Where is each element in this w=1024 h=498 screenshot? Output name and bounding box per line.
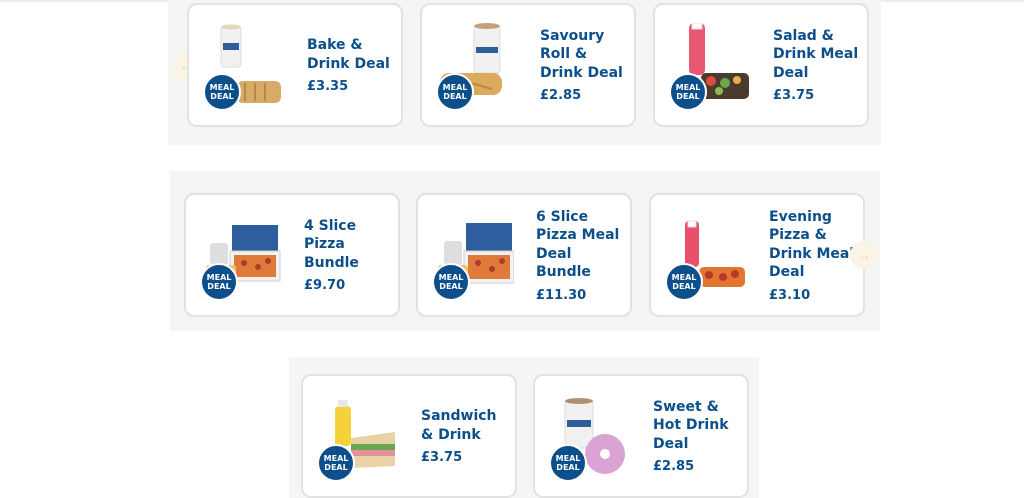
- deal-card-bake-drink[interactable]: MEAL DEAL Bake & Drink Deal £3.35: [187, 3, 403, 127]
- meal-deal-badge: MEAL DEAL: [669, 73, 707, 111]
- deal-price: £2.85: [653, 459, 695, 475]
- deal-title: Salad & Drink Meal Deal: [773, 27, 859, 81]
- deal-price: £2.85: [540, 88, 582, 104]
- arrow-right-icon: →: [857, 247, 871, 263]
- deal-card-6-slice-pizza[interactable]: MEAL DEAL 6 Slice Pizza Meal Deal Bundle…: [416, 193, 632, 317]
- deals-row-1: ← MEAL DEAL Bake & Drink Deal £3.35 MEAL…: [168, 0, 881, 145]
- meal-deal-badge: MEAL DEAL: [200, 263, 238, 301]
- deal-title: Sandwich & Drink: [421, 408, 497, 443]
- deal-price: £3.75: [773, 88, 815, 104]
- deal-card-evening-pizza-drink[interactable]: MEAL DEAL Evening Pizza & Drink Meal Dea…: [649, 193, 865, 317]
- deal-price: £9.70: [304, 278, 346, 294]
- deal-title: Bake & Drink Deal: [307, 37, 390, 72]
- deal-card-sandwich-drink[interactable]: MEAL DEAL Sandwich & Drink £3.75: [301, 374, 517, 498]
- deal-title: Savoury Roll & Drink Deal: [540, 27, 623, 81]
- carousel-next-arrow[interactable]: →: [850, 241, 878, 269]
- deal-card-sweet-hot-drink[interactable]: MEAL DEAL Sweet & Hot Drink Deal £2.85: [533, 374, 749, 498]
- meal-deal-badge: MEAL DEAL: [665, 263, 703, 301]
- deals-row-2: MEAL DEAL 4 Slice Pizza Bundle £9.70 MEA…: [170, 171, 880, 331]
- deals-row-3: MEAL DEAL Sandwich & Drink £3.75 MEAL DE…: [289, 357, 759, 498]
- deal-card-savoury-roll-drink[interactable]: MEAL DEAL Savoury Roll & Drink Deal £2.8…: [420, 3, 636, 127]
- deal-price: £3.35: [307, 79, 349, 94]
- meal-deal-badge: MEAL DEAL: [549, 444, 587, 482]
- deal-title: 6 Slice Pizza Meal Deal Bundle: [536, 208, 620, 281]
- meal-deal-badge: MEAL DEAL: [432, 263, 470, 301]
- deal-card-salad-drink[interactable]: MEAL DEAL Salad & Drink Meal Deal £3.75: [653, 3, 869, 127]
- meal-deal-badge: MEAL DEAL: [317, 444, 355, 482]
- deal-title: Evening Pizza & Drink Meal Deal: [769, 208, 855, 281]
- deal-price: £3.75: [421, 450, 463, 465]
- meal-deal-badge: MEAL DEAL: [203, 73, 241, 111]
- meal-deal-badge: MEAL DEAL: [436, 73, 474, 111]
- deal-title: 4 Slice Pizza Bundle: [304, 217, 359, 271]
- deal-price: £11.30: [536, 287, 587, 303]
- deal-title: Sweet & Hot Drink Deal: [653, 398, 729, 452]
- deal-card-4-slice-pizza[interactable]: MEAL DEAL 4 Slice Pizza Bundle £9.70: [184, 193, 400, 317]
- deal-price: £3.10: [769, 287, 811, 303]
